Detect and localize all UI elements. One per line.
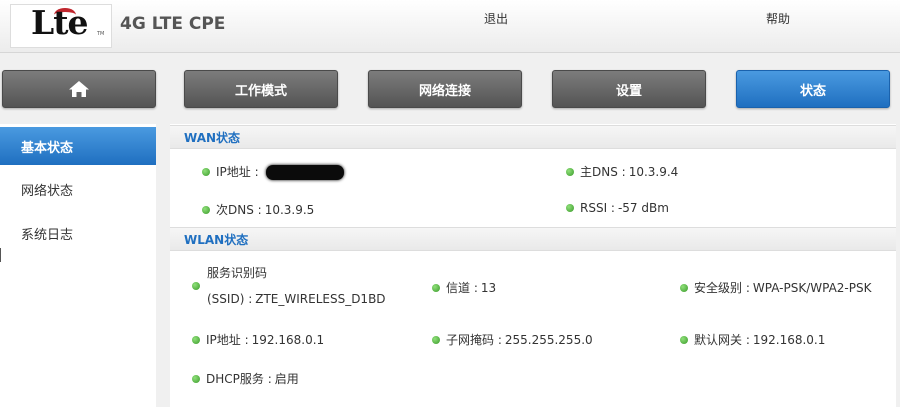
wan-rssi-field: RSSI : -57 dBm xyxy=(566,201,669,215)
wlan-security-field: 安全级别 : WPA-PSK/WPA2-PSK xyxy=(680,279,871,296)
tab-work-mode[interactable]: 工作模式 xyxy=(184,70,338,108)
tab-settings[interactable]: 设置 xyxy=(552,70,706,108)
status-dot-icon xyxy=(680,283,688,292)
help-link[interactable]: 帮助 xyxy=(766,10,790,27)
wlan-ip-value: 192.168.0.1 xyxy=(251,333,325,347)
wlan-ssid-dot xyxy=(192,279,206,293)
wlan-channel-label: 信道 : xyxy=(446,281,478,295)
wan-dns2-label: 次DNS : xyxy=(216,203,262,217)
status-dot-icon xyxy=(192,374,200,383)
wan-dns1-label: 主DNS : xyxy=(580,165,626,179)
sidebar: 基本状态 网络状态 系统日志 xyxy=(0,124,156,407)
home-icon xyxy=(69,81,89,97)
status-dot-icon xyxy=(192,335,200,344)
divider xyxy=(0,248,1,262)
wan-ip-label: IP地址 : xyxy=(216,165,259,179)
wlan-ip-label: IP地址 : xyxy=(206,333,249,347)
wan-dns2-field: 次DNS :10.3.9.5 xyxy=(202,201,314,218)
wan-section-title: WAN状态 xyxy=(170,125,896,149)
wan-ip-field: IP地址 : xyxy=(202,163,344,180)
home-button[interactable] xyxy=(2,70,156,108)
wlan-ssid-label-line1: 服务识别码 xyxy=(207,266,268,280)
sidebar-item-network-status[interactable]: 网络状态 xyxy=(0,170,156,208)
tab-network-connection[interactable]: 网络连接 xyxy=(368,70,522,108)
logo-text: Lte xyxy=(31,3,88,42)
redacted-ip xyxy=(265,165,344,180)
wlan-ssid-label-line2: (SSID) : xyxy=(207,292,253,306)
wlan-dhcp-field: DHCP服务 : 启用 xyxy=(192,370,299,387)
wlan-security-value: WPA-PSK/WPA2-PSK xyxy=(752,281,872,295)
wlan-channel-value: 13 xyxy=(480,281,497,295)
wlan-channel-field: 信道 :13 xyxy=(432,279,496,296)
wlan-gateway-value: 192.168.0.1 xyxy=(752,333,826,347)
wan-dns1-field: 主DNS :10.3.9.4 xyxy=(566,163,678,180)
status-dot-icon xyxy=(192,281,200,290)
wlan-ssid-value: ZTE_WIRELESS_D1BD xyxy=(255,292,386,306)
status-dot-icon xyxy=(202,167,210,176)
wlan-dhcp-value: 启用 xyxy=(274,372,299,386)
status-dot-icon xyxy=(432,283,440,292)
wlan-section-title: WLAN状态 xyxy=(170,227,896,251)
wan-rssi-label: RSSI : xyxy=(580,201,615,215)
wlan-ip-field: IP地址 :192.168.0.1 xyxy=(192,331,324,348)
wlan-gateway-field: 默认网关 :192.168.0.1 xyxy=(680,331,825,348)
wlan-dhcp-label: DHCP服务 : xyxy=(206,372,272,386)
wlan-security-label: 安全级别 : xyxy=(694,281,750,295)
status-dot-icon xyxy=(566,167,574,176)
main-content: WAN状态 IP地址 : 主DNS :10.3.9.4 次DNS :10.3.9… xyxy=(170,124,896,407)
wan-rssi-value: -57 dBm xyxy=(617,201,669,215)
wlan-ssid-field: (SSID) : ZTE_WIRELESS_D1BD xyxy=(207,292,386,306)
status-dot-icon xyxy=(680,335,688,344)
sidebar-item-system-log[interactable]: 系统日志 xyxy=(0,214,156,252)
wlan-mask-value: 255.255.255.0 xyxy=(504,333,593,347)
logout-link[interactable]: 退出 xyxy=(484,10,508,27)
wan-dns1-value: 10.3.9.4 xyxy=(628,165,679,179)
wlan-gateway-label: 默认网关 : xyxy=(694,333,750,347)
product-title: 4G LTE CPE xyxy=(120,14,226,34)
wlan-mask-field: 子网掩码 :255.255.255.0 xyxy=(432,331,593,348)
status-dot-icon xyxy=(432,335,440,344)
status-dot-icon xyxy=(566,203,574,212)
sidebar-item-basic-status[interactable]: 基本状态 xyxy=(0,127,156,165)
wlan-mask-label: 子网掩码 : xyxy=(446,333,502,347)
status-dot-icon xyxy=(202,205,210,214)
lte-logo: Lte TM xyxy=(10,3,112,48)
top-header: Lte TM 4G LTE CPE 退出 帮助 xyxy=(0,0,900,53)
logo-tm: TM xyxy=(97,31,105,37)
wan-dns2-value: 10.3.9.5 xyxy=(264,203,315,217)
tab-status[interactable]: 状态 xyxy=(736,70,890,108)
